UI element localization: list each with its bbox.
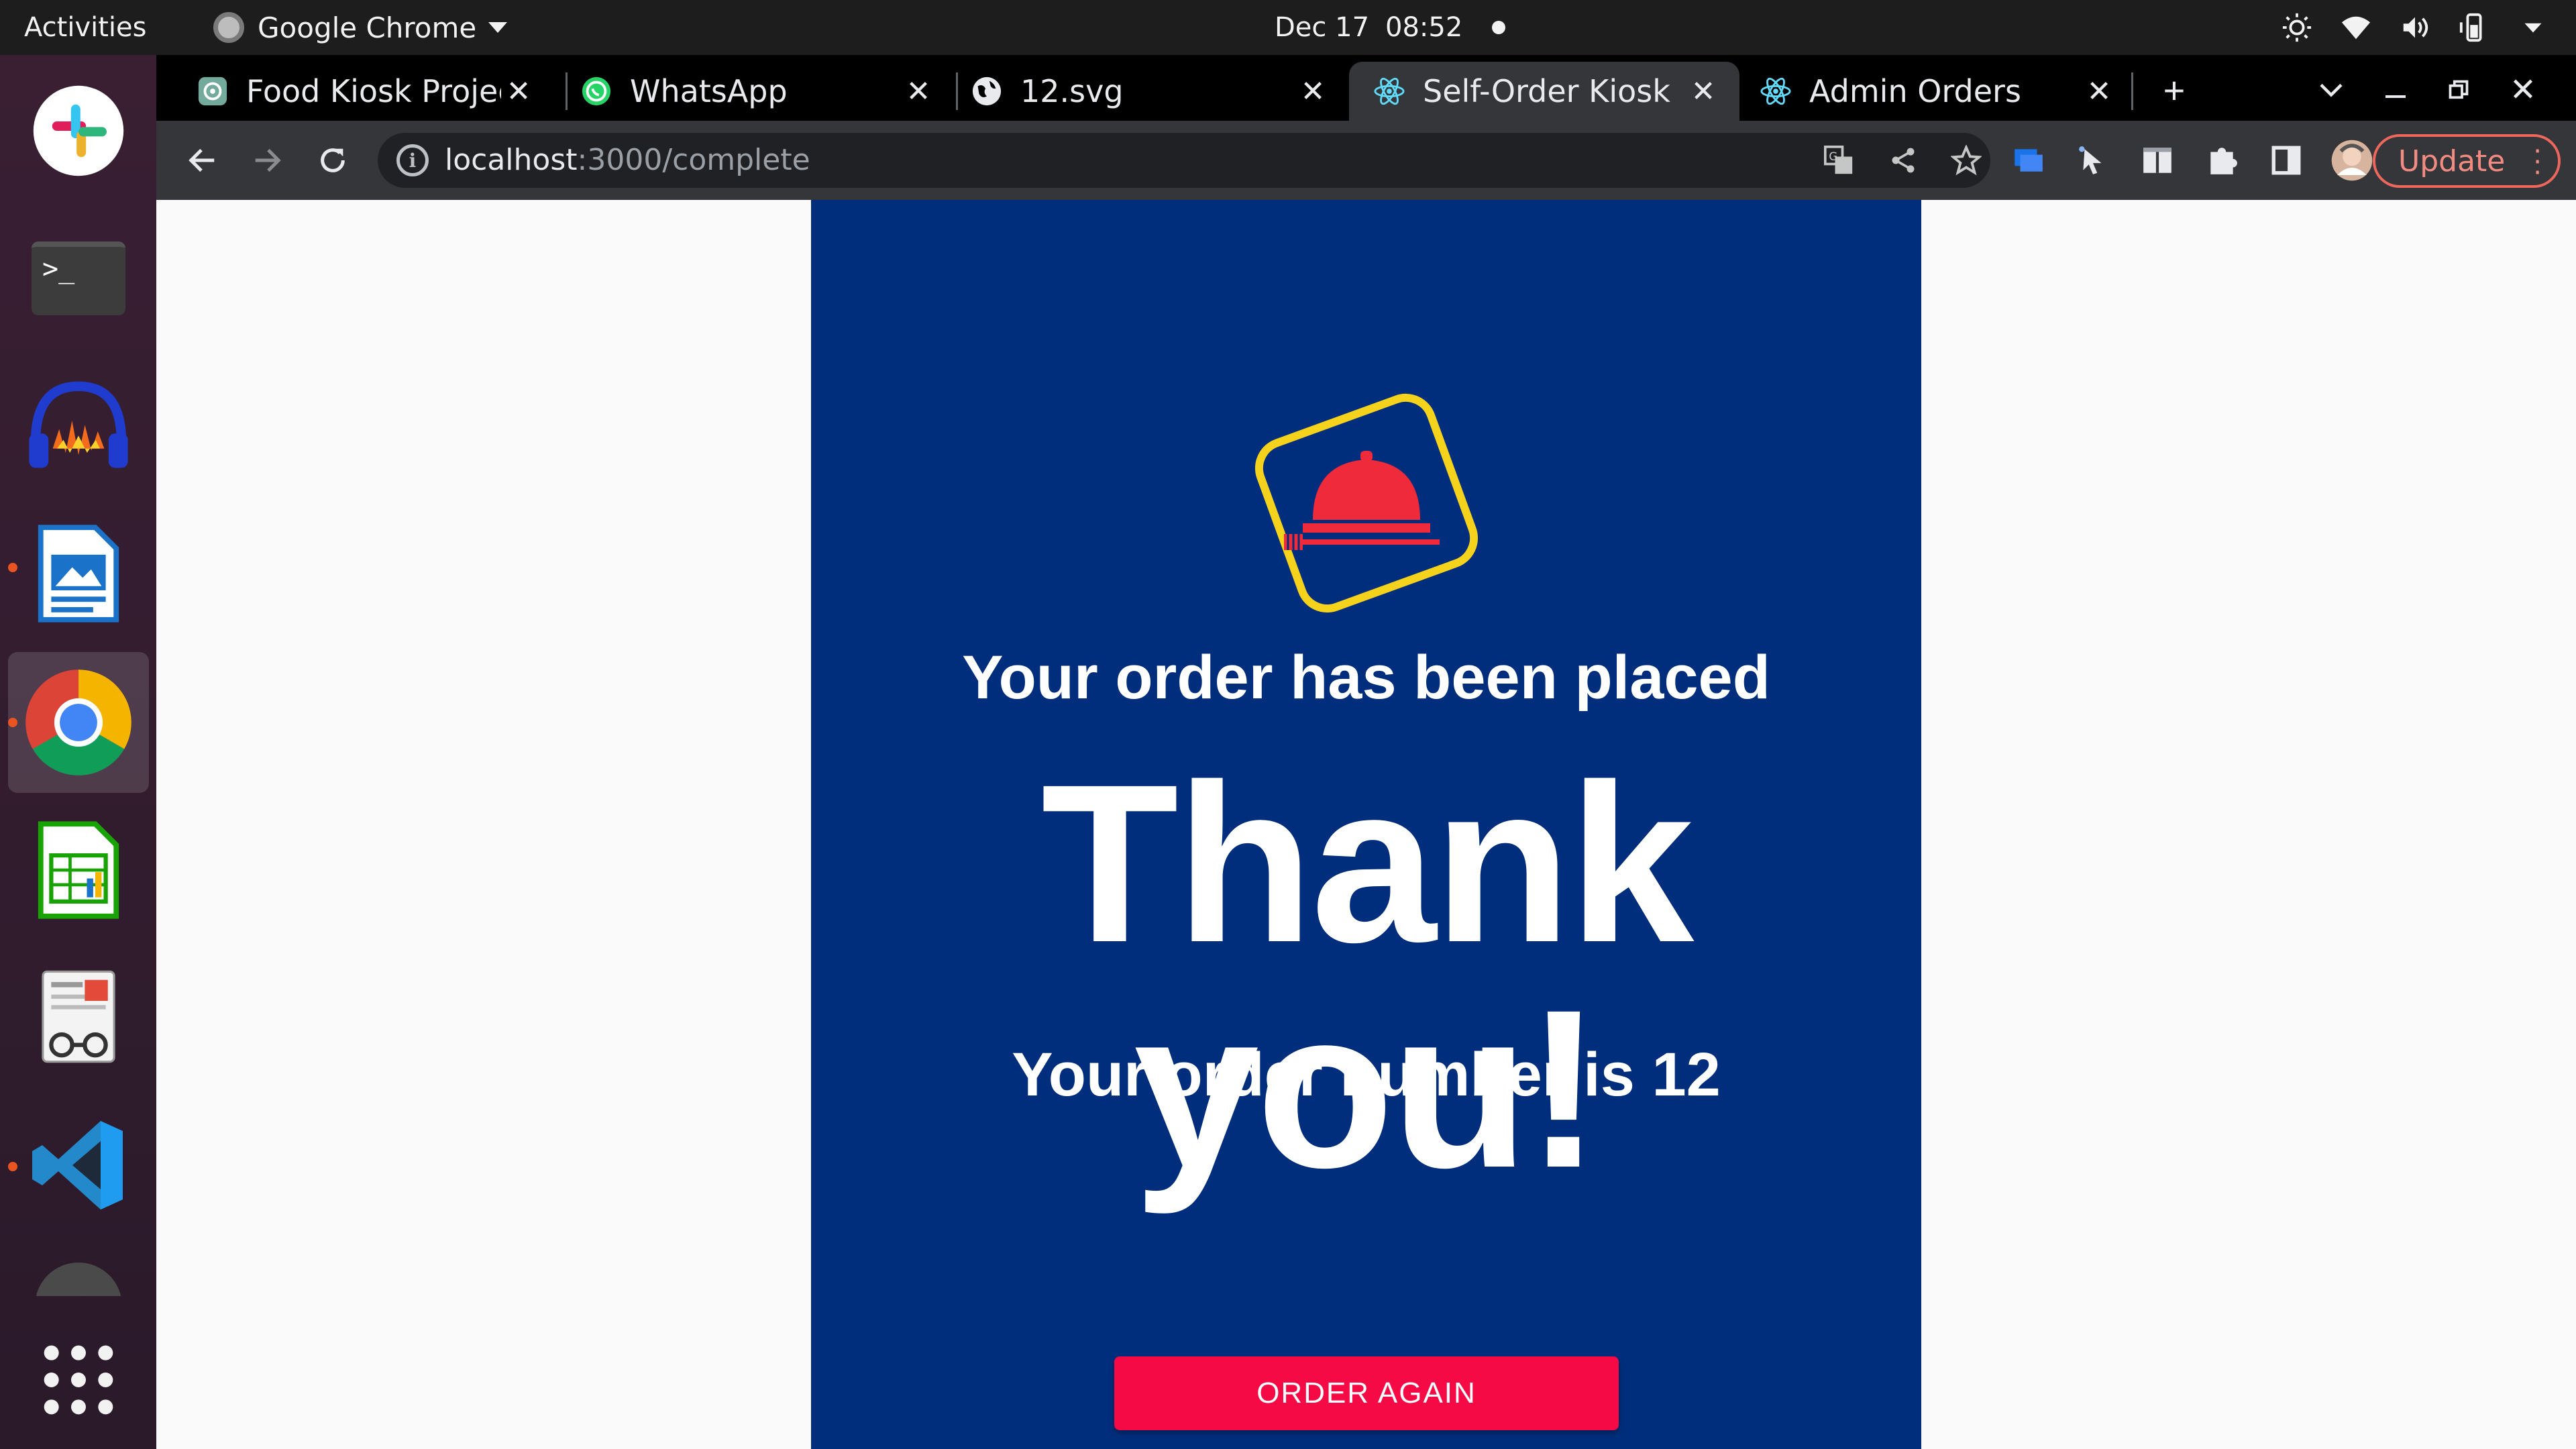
- vscode-icon[interactable]: [8, 1095, 149, 1236]
- address-bar[interactable]: i localhost:3000/complete G: [378, 133, 1990, 188]
- extension-screen-icon[interactable]: [2009, 141, 2048, 180]
- close-tab-icon[interactable]: ✕: [1295, 74, 1330, 109]
- tab-separator: [2131, 72, 2133, 110]
- chrome-icon[interactable]: [8, 652, 149, 793]
- share-icon[interactable]: [1887, 144, 1919, 176]
- clock-time: 08:52: [1385, 12, 1463, 43]
- tab-admin-orders[interactable]: Admin Orders ✕: [1739, 62, 2135, 121]
- activities-button[interactable]: Activities: [24, 0, 146, 55]
- extensions-puzzle-icon[interactable]: [2202, 141, 2241, 180]
- update-button-label: Update: [2398, 144, 2506, 178]
- tab-title: Food Kiosk Project: [246, 73, 501, 109]
- show-applications-icon[interactable]: [8, 1309, 149, 1449]
- globe-icon: [971, 75, 1003, 107]
- dock: >_: [0, 55, 156, 1449]
- libreoffice-impress-icon[interactable]: [8, 503, 149, 644]
- kiosk-logo-icon: [1236, 389, 1497, 617]
- chevron-down-icon: [488, 22, 508, 33]
- forward-arrow-icon[interactable]: [245, 138, 289, 182]
- system-menu-chevron-icon[interactable]: [2517, 11, 2549, 44]
- browser-toolbar: i localhost:3000/complete G Update · · ·: [156, 121, 2576, 200]
- close-window-icon[interactable]: ✕: [2500, 67, 2546, 113]
- tab-food-kiosk-project[interactable]: Food Kiosk Project ✕: [156, 62, 555, 121]
- volume-icon[interactable]: [2399, 11, 2431, 44]
- app-menu-label: Google Chrome: [258, 11, 477, 44]
- system-top-bar: Activities Google Chrome Dec 17 08:52: [0, 0, 2576, 55]
- close-tab-icon[interactable]: ✕: [2082, 74, 2116, 109]
- wifi-icon[interactable]: [2340, 11, 2372, 44]
- notification-dot-icon: [1492, 21, 1506, 34]
- system-tray[interactable]: [2281, 0, 2549, 55]
- reload-icon[interactable]: [311, 138, 355, 182]
- back-arrow-icon[interactable]: [180, 138, 225, 182]
- battery-phone-icon[interactable]: [2458, 11, 2490, 44]
- running-indicator: [8, 718, 17, 727]
- tab-12-svg[interactable]: 12.svg ✕: [957, 62, 1349, 121]
- brightness-icon[interactable]: [2281, 11, 2313, 44]
- url-host: localhost: [445, 143, 578, 177]
- react-icon: [1760, 75, 1792, 107]
- document-viewer-icon[interactable]: [8, 947, 149, 1088]
- svg-text:G: G: [1829, 150, 1837, 163]
- profile-avatar[interactable]: [2328, 137, 2375, 184]
- tab-title: Admin Orders: [1809, 73, 2021, 109]
- tab-strip: Food Kiosk Project ✕ WhatsApp ✕ 12.svg ✕…: [156, 55, 2576, 121]
- extension-columns-icon[interactable]: [2138, 141, 2177, 180]
- close-tab-icon[interactable]: ✕: [1686, 74, 1721, 109]
- libreoffice-calc-icon[interactable]: [8, 800, 149, 941]
- minimize-window-icon[interactable]: [2373, 67, 2418, 113]
- running-indicator: [8, 563, 17, 572]
- thank-you-heading: Thank you!: [1040, 738, 1694, 1215]
- more-menu-icon[interactable]: · · ·: [2533, 138, 2542, 186]
- app-menu[interactable]: Google Chrome: [213, 0, 508, 55]
- close-tab-icon[interactable]: ✕: [501, 74, 536, 109]
- site-info-icon[interactable]: i: [396, 144, 429, 176]
- terminal-icon[interactable]: >_: [8, 208, 149, 349]
- page-viewport: Your order has been placed Thank you! Yo…: [156, 200, 2576, 1449]
- react-icon: [1373, 75, 1405, 107]
- tab-title: 12.svg: [1020, 73, 1124, 109]
- bookmark-star-icon[interactable]: [1950, 144, 1982, 176]
- running-indicator: [8, 1162, 17, 1171]
- partial-app-icon[interactable]: [8, 1256, 149, 1296]
- chrome-app-icon: [213, 12, 244, 43]
- whatsapp-icon: [580, 75, 612, 107]
- order-complete-panel: Your order has been placed Thank you! Yo…: [811, 200, 1921, 1449]
- close-tab-icon[interactable]: ✕: [901, 74, 936, 109]
- clock[interactable]: Dec 17 08:52: [1275, 0, 1506, 55]
- order-number-text: Your order number is 12: [1012, 1040, 1721, 1109]
- tab-search-chevron-icon[interactable]: [2308, 67, 2354, 113]
- order-again-button[interactable]: ORDER AGAIN: [1114, 1356, 1619, 1430]
- tab-title: Self-Order Kiosk: [1423, 73, 1670, 109]
- tab-whatsapp[interactable]: WhatsApp ✕: [567, 62, 955, 121]
- extension-cursor-icon[interactable]: [2074, 141, 2112, 180]
- translate-icon[interactable]: G: [1823, 144, 1855, 176]
- audacity-icon[interactable]: [8, 356, 149, 496]
- tab-self-order-kiosk[interactable]: Self-Order Kiosk ✕: [1349, 62, 1739, 121]
- slack-icon[interactable]: [8, 60, 149, 201]
- url-path: :3000/complete: [577, 143, 810, 177]
- url-text[interactable]: localhost:3000/complete: [445, 133, 810, 188]
- clock-date: Dec 17: [1275, 12, 1370, 43]
- openai-icon: [197, 75, 229, 107]
- order-placed-message: Your order has been placed: [962, 643, 1770, 712]
- update-button[interactable]: Update · · ·: [2373, 134, 2561, 188]
- side-panel-icon[interactable]: [2267, 141, 2306, 180]
- restore-window-icon[interactable]: [2436, 67, 2481, 113]
- tab-title: WhatsApp: [630, 73, 788, 109]
- new-tab-plus-icon[interactable]: +: [2151, 67, 2197, 113]
